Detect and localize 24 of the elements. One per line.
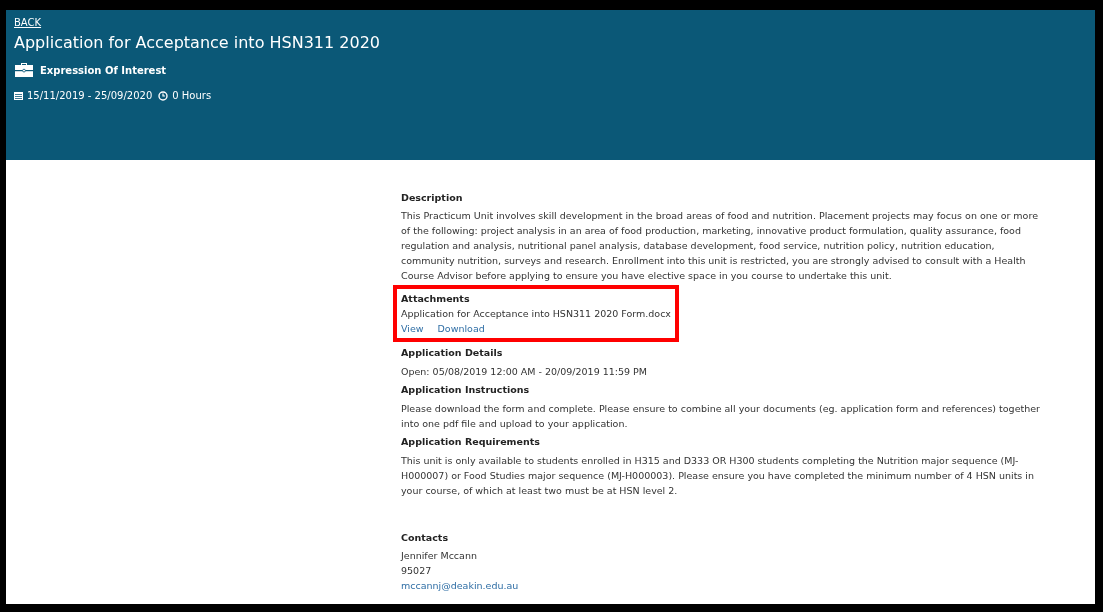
date-range: 15/11/2019 - 25/09/2020: [27, 89, 153, 103]
section-heading: Attachments: [401, 292, 470, 306]
briefcase-icon: [14, 62, 34, 78]
category-label: Expression Of Interest: [40, 63, 167, 78]
calendar-icon: [14, 91, 23, 100]
file-name: Application for Acceptance into HSN311 2020 Form.docx: [401, 307, 671, 321]
clock-icon: [158, 90, 169, 101]
contact-phone: 95027: [401, 564, 432, 578]
section-heading: Application Details: [401, 346, 503, 360]
page-title: Application for Acceptance into HSN311 2020: [14, 32, 380, 54]
hours-label: 0 Hours: [172, 89, 212, 103]
attachment-link[interactable]: View: [401, 321, 424, 336]
section-text: Please download the form and complete. Please ensure to combine all your documents (eg. application form and references) together into one pdf file and upload to your application.: [401, 402, 1041, 431]
section-heading: Contacts: [401, 531, 449, 545]
description-text: This Practicum Unit involves skill development in the broad areas of food and nutrition. Placement projects may focus on one or more of the following: project analysis in an area of food production, marketing, innovative product formulation, quality assurance, food regulation and analysis, nutritional panel analysis, database development, food service, nutrition policy, nutrition education, community nutrition, surveys and research. Enrollment into this unit is restricted, you are strongly advised to consult with a Health Course Advisor before applying to ensure you have elective space in you course to undertake this unit.: [401, 209, 1039, 283]
contact-name: Jennifer Mccann: [401, 549, 477, 563]
section-text: This unit is only available to students enrolled in H315 and D333 OR H300 students completing the Nutrition major sequence (MJ-H000007) or Food Studies major sequence (MJ-H000003). Please ensure you have completed the minimum number of 4 HSN units in your course, of which at least two must be at HSN level 2.: [401, 454, 1035, 498]
section-heading: Application Requirements: [401, 435, 540, 449]
email-link[interactable]: mccannj@deakin.edu.au: [401, 578, 519, 593]
attachment-link[interactable]: Download: [437, 321, 485, 336]
section-heading: Application Instructions: [401, 383, 530, 397]
section-text: Open: 05/08/2019 12:00 AM - 20/09/2019 11:59 PM: [401, 365, 648, 379]
section-heading: Description: [401, 191, 463, 205]
back-link[interactable]: BACK: [14, 16, 42, 30]
